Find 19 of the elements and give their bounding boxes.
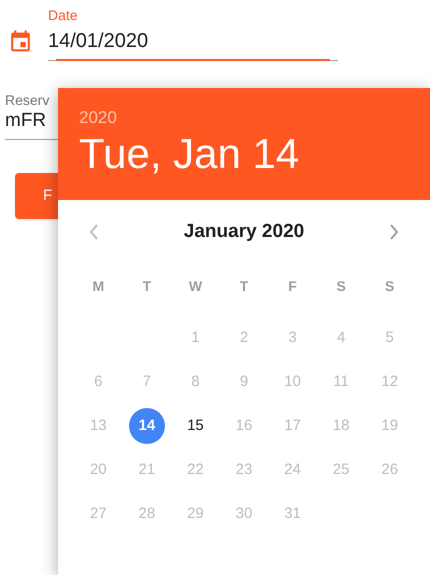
year-label[interactable]: 2020: [79, 107, 430, 129]
day-button[interactable]: 14: [128, 408, 165, 444]
date-value: 14/01/2020: [48, 29, 150, 54]
weekday-label: S: [335, 277, 347, 296]
selected-date: Tue, Jan 14: [79, 129, 300, 179]
field-label: Reserv: [5, 91, 50, 109]
day-button[interactable]: 15: [177, 408, 214, 444]
month-title: January 2020: [184, 220, 304, 244]
weekday-label: W: [188, 277, 204, 296]
weekday-label: S: [384, 277, 396, 296]
weekday-label: M: [91, 277, 106, 296]
weekday-label: T: [238, 277, 250, 296]
field-value: mFR: [5, 109, 48, 133]
weekday-label: T: [142, 277, 152, 296]
date-field[interactable]: Date 14/01/2020: [48, 5, 338, 61]
field-label: Date: [48, 6, 79, 25]
chevron-left-icon[interactable]: [88, 223, 100, 241]
chevron-right-icon[interactable]: [388, 223, 400, 241]
weekday-label: F: [287, 277, 298, 296]
